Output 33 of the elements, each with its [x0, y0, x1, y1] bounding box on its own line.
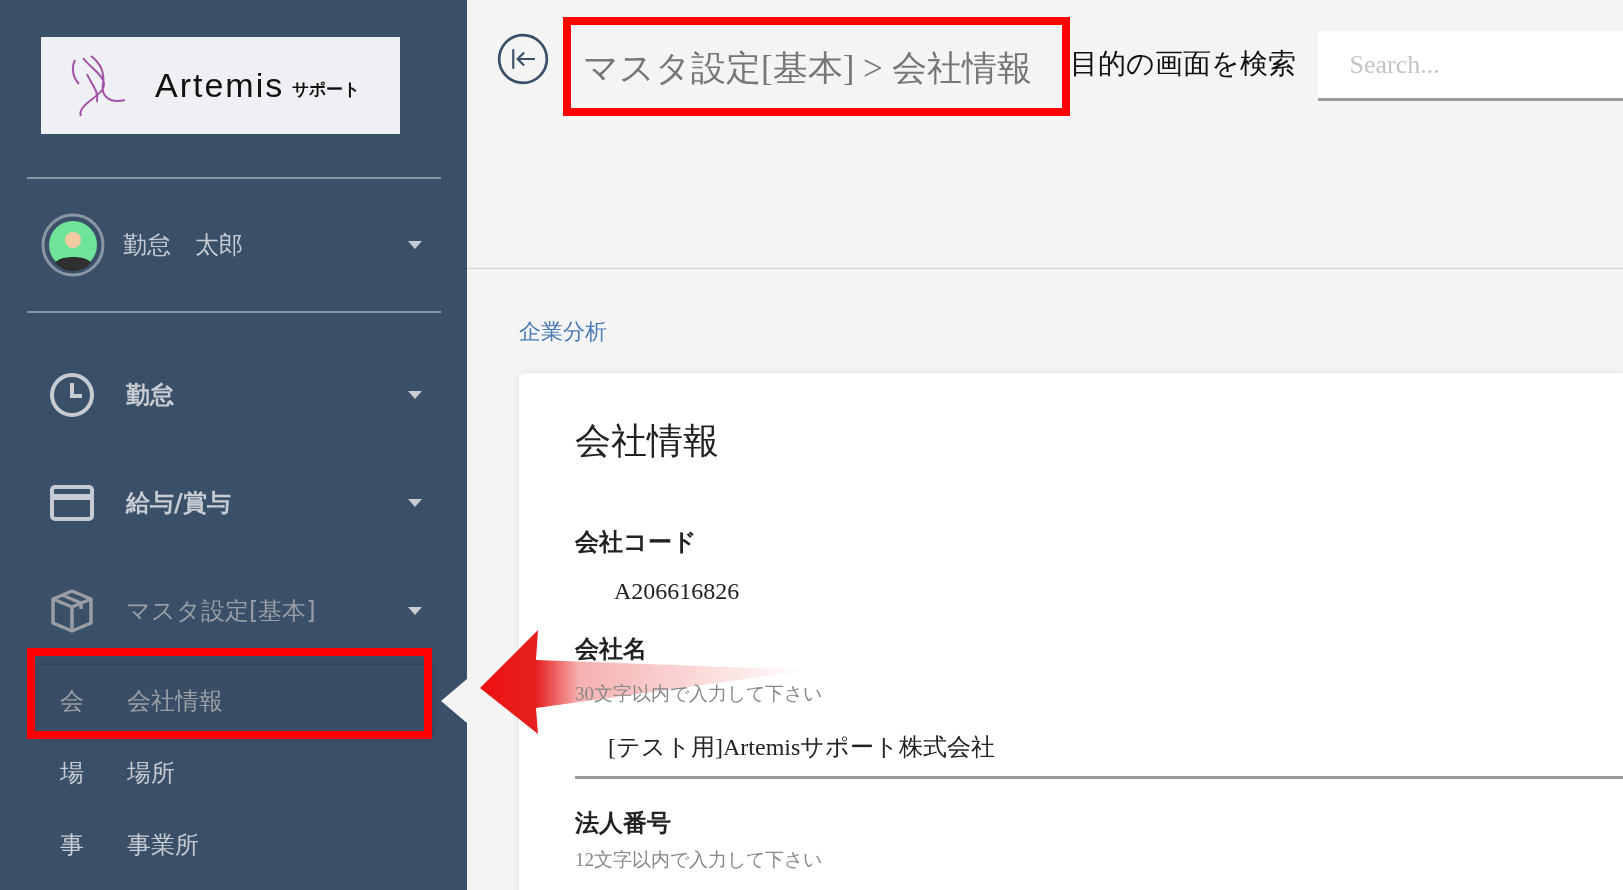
breadcrumb: マスタ設定[基本] > 会社情報: [583, 48, 1032, 90]
search-field[interactable]: Search...: [1317, 31, 1623, 101]
submenu-item[interactable]: 事 事業所: [36, 809, 431, 881]
clock-icon: [49, 372, 95, 418]
card-title: 会社情報: [575, 420, 720, 463]
nav-item[interactable]: 勤怠: [0, 341, 467, 449]
input-field[interactable]: [テスト用]Artemisサポート株式会社: [575, 717, 1623, 779]
cube-icon: [49, 588, 95, 634]
field-hint: 12文字以内で入力して下さい: [575, 848, 823, 872]
nav-item[interactable]: マスタ設定[基本]: [0, 557, 467, 665]
item-initial[interactable]: 会: [60, 685, 127, 717]
item-initial[interactable]: 場: [60, 757, 127, 789]
logo-subtext: サポート: [292, 78, 361, 101]
search-label: 目的の画面を検索: [1069, 47, 1296, 81]
collapse-button[interactable]: [497, 33, 549, 85]
field-label: 会社コード: [575, 528, 698, 557]
caret-icon: [408, 499, 422, 507]
nav-item[interactable]: 給与/賞与: [0, 449, 467, 557]
item-label[interactable]: 事業所: [127, 829, 199, 861]
avatar-icon: [41, 213, 105, 277]
caret-icon: [408, 391, 422, 399]
field-label: 会社名: [575, 635, 648, 664]
logo-text: Artemis: [155, 66, 285, 105]
section-link[interactable]: 企業分析: [519, 317, 607, 347]
user-menu[interactable]: 勤怠 太郎: [0, 179, 467, 311]
item-initial[interactable]: 事: [60, 829, 127, 861]
caret-icon: [408, 607, 422, 615]
caret-icon: [408, 241, 422, 249]
item-label[interactable]: 場所: [127, 757, 175, 789]
submenu-item[interactable]: 場 場所: [36, 737, 431, 809]
field-value: A206616826: [613, 577, 741, 605]
field-label: 法人番号: [575, 809, 672, 838]
item-label[interactable]: 会社情報: [127, 685, 223, 717]
